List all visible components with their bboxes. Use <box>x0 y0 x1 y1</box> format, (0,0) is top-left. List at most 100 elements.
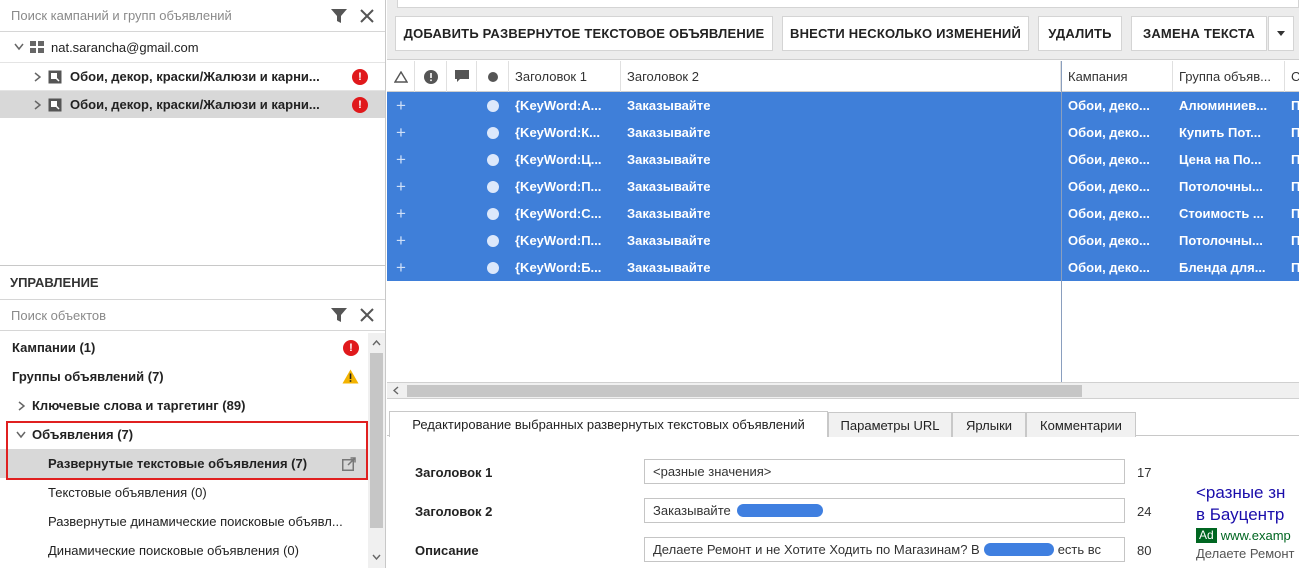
tab-url-params[interactable]: Параметры URL <box>828 412 952 437</box>
table-row[interactable]: + {KeyWord:П... Заказывайте Обои, деко... По… <box>387 227 1299 254</box>
cell-campaign[interactable]: Обои, деко... <box>1062 200 1173 227</box>
cell-campaign[interactable]: Обои, деко... <box>1062 92 1173 119</box>
campaign-search-input[interactable] <box>0 0 325 31</box>
col-extra[interactable]: С <box>1285 61 1299 92</box>
col-status-triangle[interactable] <box>387 61 415 92</box>
col-headline-2[interactable]: Заголовок 2 <box>621 61 1061 92</box>
campaign-icon <box>48 98 62 112</box>
cell-extra[interactable]: П <box>1285 119 1299 146</box>
cell-adgroup[interactable]: Алюминиев... <box>1173 92 1285 119</box>
cell-headline-1[interactable]: {KeyWord:С... <box>509 200 621 227</box>
delete-button[interactable]: УДАЛИТЬ <box>1038 16 1122 51</box>
cell-campaign[interactable]: Обои, деко... <box>1062 227 1173 254</box>
nav-dynamic-search-ads[interactable]: Динамические поисковые объявления (0) <box>0 536 368 565</box>
table-row[interactable]: + {KeyWord:Б... Заказывайте Обои, деко... Бл… <box>387 254 1299 281</box>
headline2-value: Заказывайте <box>653 503 731 518</box>
nav-text-ads[interactable]: Текстовые объявления (0) <box>0 478 368 507</box>
headline2-input[interactable]: Заказывайте <box>644 498 1125 523</box>
cell-headline-1[interactable]: {KeyWord:Б... <box>509 254 621 281</box>
toolbar: ДОБАВИТЬ РАЗВЕРНУТОЕ ТЕКСТОВОЕ ОБЪЯВЛЕНИ… <box>387 0 1299 60</box>
cell-headline-2[interactable]: Заказывайте <box>621 146 1061 173</box>
chevron-right-icon[interactable] <box>30 98 44 112</box>
cell-adgroup[interactable]: Стоимость ... <box>1173 200 1285 227</box>
cell-extra[interactable]: П <box>1285 92 1299 119</box>
nav-campaigns[interactable]: Кампании (1) ! <box>0 333 368 362</box>
nav-keywords[interactable]: Ключевые слова и таргетинг (89) <box>0 391 368 420</box>
cell-adgroup[interactable]: Потолочны... <box>1173 227 1285 254</box>
cell-headline-1[interactable]: {KeyWord:К... <box>509 119 621 146</box>
cell-headline-2[interactable]: Заказывайте <box>621 173 1061 200</box>
chevron-down-icon[interactable] <box>12 40 26 54</box>
campaign-row[interactable]: Обои, декор, краски/Жалюзи и карни... ! <box>0 62 385 90</box>
col-errors[interactable] <box>415 61 447 92</box>
cell-campaign[interactable]: Обои, деко... <box>1062 119 1173 146</box>
replace-text-button[interactable]: ЗАМЕНА ТЕКСТА <box>1131 16 1267 51</box>
scroll-up-icon[interactable] <box>372 340 381 346</box>
chevron-right-icon[interactable] <box>30 70 44 84</box>
nav-expanded-dynamic-ads[interactable]: Развернутые динамические поисковые объяв… <box>0 507 368 536</box>
cell-campaign[interactable]: Обои, деко... <box>1062 254 1173 281</box>
expand-plus-icon[interactable]: + <box>387 173 415 200</box>
scroll-down-icon[interactable] <box>372 554 381 560</box>
cell-extra[interactable]: П <box>1285 227 1299 254</box>
col-adgroup[interactable]: Группа объяв... <box>1173 61 1285 92</box>
cell-headline-1[interactable]: {KeyWord:П... <box>509 173 621 200</box>
table-row[interactable]: + {KeyWord:С... Заказывайте Обои, деко... Ст… <box>387 200 1299 227</box>
cell-headline-1[interactable]: {KeyWord:А... <box>509 92 621 119</box>
make-multiple-changes-button[interactable]: ВНЕСТИ НЕСКОЛЬКО ИЗМЕНЕНИЙ <box>782 16 1029 51</box>
expand-plus-icon[interactable]: + <box>387 227 415 254</box>
table-row[interactable]: + {KeyWord:К... Заказывайте Обои, деко... Ку… <box>387 119 1299 146</box>
scroll-thumb[interactable] <box>370 353 383 528</box>
cell-campaign[interactable]: Обои, деко... <box>1062 146 1173 173</box>
col-state[interactable] <box>477 61 509 92</box>
object-search-input[interactable] <box>0 300 325 330</box>
grid-hscrollbar[interactable] <box>387 382 1299 399</box>
col-headline-1[interactable]: Заголовок 1 <box>509 61 621 92</box>
cell-adgroup[interactable]: Потолочны... <box>1173 173 1285 200</box>
cell-headline-2[interactable]: Заказывайте <box>621 200 1061 227</box>
chevron-right-icon[interactable] <box>14 399 28 413</box>
account-row[interactable]: nat.sarancha@gmail.com <box>0 32 385 62</box>
cell-adgroup[interactable]: Цена на По... <box>1173 146 1285 173</box>
description-input[interactable]: Делаете Ремонт и не Хотите Ходить по Маг… <box>644 537 1125 562</box>
nav-adgroups[interactable]: Группы объявлений (7) <box>0 362 368 391</box>
tab-comments[interactable]: Комментарии <box>1026 412 1136 437</box>
tab-labels[interactable]: Ярлыки <box>952 412 1026 437</box>
expand-plus-icon[interactable]: + <box>387 146 415 173</box>
cell-extra[interactable]: П <box>1285 146 1299 173</box>
col-campaign[interactable]: Кампания <box>1062 61 1173 92</box>
expand-plus-icon[interactable]: + <box>387 200 415 227</box>
cell-extra[interactable]: П <box>1285 254 1299 281</box>
cell-headline-2[interactable]: Заказывайте <box>621 119 1061 146</box>
cell-adgroup[interactable]: Купить Пот... <box>1173 119 1285 146</box>
table-row[interactable]: + {KeyWord:А... Заказывайте Обои, деко... Ал… <box>387 92 1299 119</box>
headline1-input[interactable]: <разные значения> <box>644 459 1125 484</box>
table-row[interactable]: + {KeyWord:П... Заказывайте Обои, деко... По… <box>387 173 1299 200</box>
expand-plus-icon[interactable]: + <box>387 119 415 146</box>
nav-scrollbar[interactable] <box>368 333 385 568</box>
cell-headline-1[interactable]: {KeyWord:П... <box>509 227 621 254</box>
scroll-left-icon[interactable] <box>393 386 399 395</box>
expand-plus-icon[interactable]: + <box>387 92 415 119</box>
cell-adgroup[interactable]: Бленда для... <box>1173 254 1285 281</box>
clear-search-icon[interactable] <box>353 300 381 330</box>
hscroll-thumb[interactable] <box>407 385 1082 397</box>
account-email: nat.sarancha@gmail.com <box>51 39 199 55</box>
cell-headline-2[interactable]: Заказывайте <box>621 227 1061 254</box>
filter-icon[interactable] <box>325 300 353 330</box>
add-expanded-text-ad-button[interactable]: ДОБАВИТЬ РАЗВЕРНУТОЕ ТЕКСТОВОЕ ОБЪЯВЛЕНИ… <box>395 16 773 51</box>
campaign-row-selected[interactable]: Обои, декор, краски/Жалюзи и карни... ! <box>0 90 385 118</box>
col-comments[interactable] <box>447 61 477 92</box>
tab-edit-selected[interactable]: Редактирование выбранных развернутых тек… <box>389 411 828 437</box>
cell-campaign[interactable]: Обои, деко... <box>1062 173 1173 200</box>
clear-search-icon[interactable] <box>353 1 381 31</box>
table-row[interactable]: + {KeyWord:Ц... Заказывайте Обои, деко... Це… <box>387 146 1299 173</box>
expand-plus-icon[interactable]: + <box>387 254 415 281</box>
cell-headline-2[interactable]: Заказывайте <box>621 254 1061 281</box>
replace-text-dropdown[interactable] <box>1268 16 1294 51</box>
filter-icon[interactable] <box>325 1 353 31</box>
cell-extra[interactable]: П <box>1285 173 1299 200</box>
cell-extra[interactable]: П <box>1285 200 1299 227</box>
cell-headline-1[interactable]: {KeyWord:Ц... <box>509 146 621 173</box>
cell-headline-2[interactable]: Заказывайте <box>621 92 1061 119</box>
